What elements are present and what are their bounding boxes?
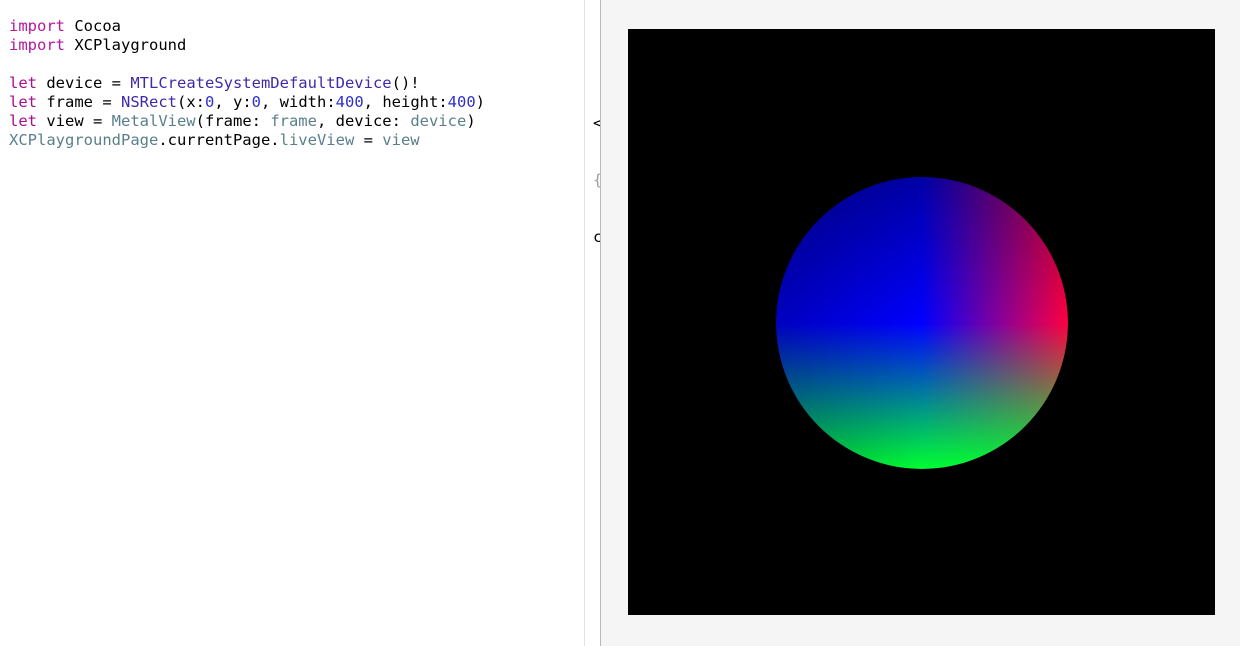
code-token: device <box>410 112 467 130</box>
results-sidebar: < { c <box>585 0 600 646</box>
shaded-sphere <box>776 177 1068 469</box>
code-token: import <box>9 17 65 35</box>
code-line[interactable]: let frame = NSRect(x:0, y:0, width:400, … <box>9 93 485 112</box>
code-token: , width: <box>261 93 336 111</box>
code-token: , device: <box>316 112 411 130</box>
source-editor[interactable]: import Cocoa import XCPlayground let devi… <box>0 0 585 646</box>
xcode-playground-window: import Cocoa import XCPlayground let devi… <box>0 0 1240 646</box>
code-token: import <box>9 36 65 54</box>
code-line[interactable]: let device = MTLCreateSystemDefaultDevic… <box>9 74 485 93</box>
code-token: let <box>9 74 37 92</box>
metal-view[interactable] <box>628 29 1215 615</box>
code-token: , height: <box>363 93 448 111</box>
code-token: let <box>9 93 37 111</box>
code-token: device = <box>37 74 131 92</box>
code-token: 400 <box>447 93 476 111</box>
code-token: MTLCreateSystemDefaultDevice <box>130 74 392 92</box>
code-token: XCPlaygroundPage <box>9 131 159 149</box>
code-line[interactable] <box>9 55 485 74</box>
code-token: XCPlayground <box>65 36 187 54</box>
code-token: ) <box>466 112 476 130</box>
code-token: 0 <box>205 93 215 111</box>
code-token: (frame: <box>195 112 271 130</box>
code-token: = <box>354 131 383 149</box>
code-token: view = <box>37 112 112 130</box>
code-token: frame <box>270 112 317 130</box>
code-token: MetalView <box>111 112 196 130</box>
sphere-render <box>776 177 1068 469</box>
code-line[interactable]: import Cocoa <box>9 17 485 36</box>
code-token: Cocoa <box>65 17 121 35</box>
code-listing[interactable]: import Cocoa import XCPlayground let devi… <box>9 17 485 150</box>
code-token: ) <box>475 93 486 111</box>
code-token: ()! <box>391 74 420 92</box>
code-line[interactable]: import XCPlayground <box>9 36 485 55</box>
result-value-view[interactable]: c <box>593 228 600 247</box>
result-value-frame[interactable]: { <box>593 171 600 190</box>
result-value-device[interactable]: < <box>593 114 600 133</box>
code-token: .currentPage. <box>158 131 280 149</box>
code-token: view <box>382 131 420 149</box>
code-token: 0 <box>251 93 262 111</box>
code-token: 400 <box>335 93 364 111</box>
code-token: liveView <box>279 131 355 149</box>
code-token: NSRect <box>121 93 177 111</box>
code-line[interactable]: let view = MetalView(frame: frame, devic… <box>9 112 485 131</box>
code-token: (x: <box>177 93 205 111</box>
results-values: < { c <box>593 76 600 285</box>
live-view-pane <box>601 0 1240 646</box>
code-token: frame = <box>37 93 121 111</box>
code-line[interactable]: XCPlaygroundPage.currentPage.liveView = … <box>9 131 485 150</box>
code-token: let <box>9 112 37 130</box>
code-token: , y: <box>214 93 252 111</box>
